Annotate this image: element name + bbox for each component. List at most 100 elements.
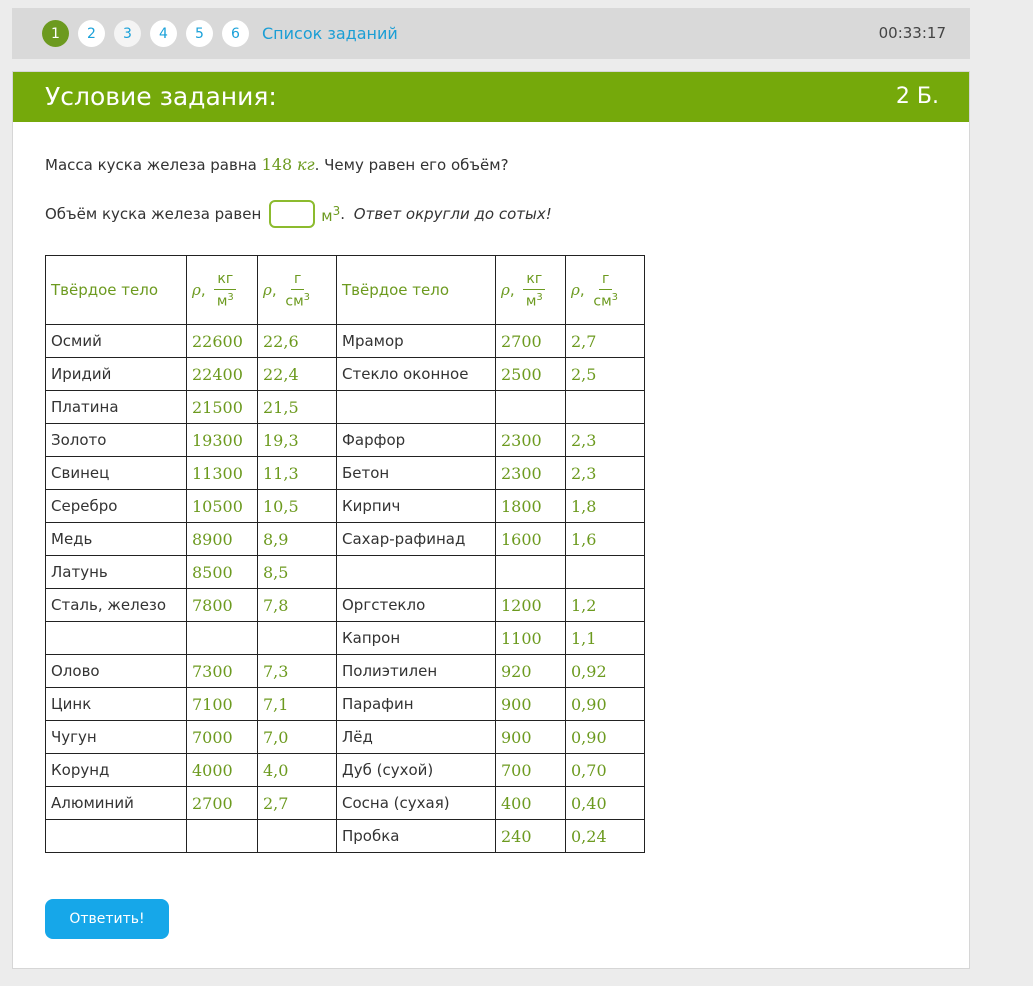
cell-solid-name: Сосна (сухая) xyxy=(336,786,496,820)
cell-solid-name: Алюминий xyxy=(45,786,187,820)
step-5-button[interactable]: 5 xyxy=(186,20,213,47)
answer-dot: . xyxy=(340,205,350,223)
task-points: 2 Б. xyxy=(895,84,939,109)
cell-density-gcm3: 10,5 xyxy=(257,489,337,523)
answer-input[interactable] xyxy=(269,200,316,228)
cell-density-gcm3: 8,9 xyxy=(257,522,337,556)
task-card: Условие задания: 2 Б. Масса куска железа… xyxy=(12,71,970,969)
cell-density-gcm3: 22,4 xyxy=(257,357,337,391)
unit-base: м xyxy=(525,293,537,310)
cell-density-gcm3: 2,7 xyxy=(565,324,645,358)
answer-line: Объём куска железа равен м3 . Ответ окру… xyxy=(45,200,552,228)
cell-density-gcm3: 7,1 xyxy=(257,687,337,721)
cell-density-kgm3: 22400 xyxy=(186,357,258,391)
cell-density-kgm3: 700 xyxy=(495,753,566,787)
cell-density-kgm3: 2500 xyxy=(495,357,566,391)
table-header-row: Твёрдое тело ρ, кг м3 ρ, г см3 Твёрдое тел… xyxy=(45,255,645,325)
unit-base: см xyxy=(593,293,612,310)
cell-density-kgm3: 7300 xyxy=(186,654,258,688)
header-kgm3-left: ρ, кг м3 xyxy=(186,255,258,325)
cell-density-kgm3: 2700 xyxy=(186,786,258,820)
cell-density-kgm3: 10500 xyxy=(186,489,258,523)
task-list-link[interactable]: Список заданий xyxy=(262,24,398,43)
answer-hint: Ответ округли до сотых! xyxy=(353,205,552,223)
fraction-numerator: кг xyxy=(214,271,237,290)
cell-density-kgm3: 2300 xyxy=(495,456,566,490)
cell-density-kgm3 xyxy=(495,390,566,424)
unit-power: 3 xyxy=(536,291,543,303)
cell-density-kgm3: 2300 xyxy=(495,423,566,457)
cell-density-kgm3: 900 xyxy=(495,687,566,721)
cell-solid-name: Осмий xyxy=(45,324,187,358)
cell-density-kgm3: 1600 xyxy=(495,522,566,556)
table-row: Капрон 1100 1,1 xyxy=(45,621,645,655)
timer: 00:33:17 xyxy=(878,24,946,42)
cell-solid-name: Дуб (сухой) xyxy=(336,753,496,787)
cell-density-gcm3: 21,5 xyxy=(257,390,337,424)
cell-density-kgm3: 21500 xyxy=(186,390,258,424)
cell-density-gcm3: 0,92 xyxy=(565,654,645,688)
step-2-button[interactable]: 2 xyxy=(78,20,105,47)
cell-solid-name: Мрамор xyxy=(336,324,496,358)
fraction-numerator: кг xyxy=(523,271,546,290)
cell-solid-name: Сахар-рафинад xyxy=(336,522,496,556)
cell-density-gcm3: 2,3 xyxy=(565,456,645,490)
table-row: Чугун 7000 7,0 Лёд 900 0,90 xyxy=(45,720,645,754)
step-3-button[interactable]: 3 xyxy=(114,20,141,47)
step-1-button[interactable]: 1 xyxy=(42,20,69,47)
cell-density-kgm3: 8900 xyxy=(186,522,258,556)
cell-solid-name xyxy=(336,390,496,424)
cell-density-kgm3 xyxy=(186,819,258,853)
table-row: Алюминий 2700 2,7 Сосна (сухая) 400 0,40 xyxy=(45,786,645,820)
cell-solid-name: Фарфор xyxy=(336,423,496,457)
answer-unit-power: 3 xyxy=(332,203,341,218)
card-header: Условие задания: 2 Б. xyxy=(13,72,969,122)
cell-solid-name: Медь xyxy=(45,522,187,556)
cell-solid-name: Серебро xyxy=(45,489,187,523)
cell-density-kgm3: 900 xyxy=(495,720,566,754)
unit-base: м xyxy=(216,293,228,310)
step-4-button[interactable]: 4 xyxy=(150,20,177,47)
cell-density-gcm3: 2,7 xyxy=(257,786,337,820)
cell-density-gcm3: 0,70 xyxy=(565,753,645,787)
cell-density-kgm3: 7100 xyxy=(186,687,258,721)
cell-solid-name: Оргстекло xyxy=(336,588,496,622)
cell-solid-name: Платина xyxy=(45,390,187,424)
question-text: Масса куска железа равна 148 кг. Чему ра… xyxy=(45,155,509,174)
cell-density-kgm3: 920 xyxy=(495,654,566,688)
table-row: Свинец 11300 11,3 Бетон 2300 2,3 xyxy=(45,456,645,490)
table-body: Осмий 22600 22,6 Мрамор 2700 2,7 Иридий 22400 22… xyxy=(45,324,645,853)
table-row: Платина 21500 21,5 xyxy=(45,390,645,424)
cell-density-gcm3 xyxy=(565,555,645,589)
table-row: Сталь, железо 7800 7,8 Оргстекло 1200 1,2 xyxy=(45,588,645,622)
cell-density-gcm3 xyxy=(257,621,337,655)
table-row: Олово 7300 7,3 Полиэтилен 920 0,92 xyxy=(45,654,645,688)
cell-density-kgm3: 7800 xyxy=(186,588,258,622)
cell-solid-name: Пробка xyxy=(336,819,496,853)
cell-density-kgm3: 2700 xyxy=(495,324,566,358)
header-gcm3-left: ρ, г см3 xyxy=(257,255,337,325)
cell-solid-name: Кирпич xyxy=(336,489,496,523)
fraction-denominator: см3 xyxy=(285,290,310,310)
cell-density-gcm3: 1,2 xyxy=(565,588,645,622)
submit-button[interactable]: Ответить! xyxy=(45,899,169,939)
rho-symbol: ρ xyxy=(263,280,272,299)
cell-solid-name xyxy=(336,555,496,589)
table-row: Осмий 22600 22,6 Мрамор 2700 2,7 xyxy=(45,324,645,358)
density-table: Твёрдое тело ρ, кг м3 ρ, г см3 Твёрдое тел… xyxy=(45,255,645,853)
unit-base: см xyxy=(285,293,304,310)
cell-density-gcm3: 0,40 xyxy=(565,786,645,820)
step-6-button[interactable]: 6 xyxy=(222,20,249,47)
question-part2: . Чему равен его объём? xyxy=(314,156,509,174)
cell-solid-name: Золото xyxy=(45,423,187,457)
header-solid-left: Твёрдое тело xyxy=(45,255,187,325)
top-bar: 1 2 3 4 5 6 Список заданий 00:33:17 xyxy=(12,8,970,59)
cell-density-gcm3: 19,3 xyxy=(257,423,337,457)
fraction-denominator: м3 xyxy=(217,290,234,310)
answer-unit: м3 xyxy=(321,204,340,225)
cell-density-gcm3: 1,8 xyxy=(565,489,645,523)
mass-unit: кг xyxy=(296,155,315,174)
cell-solid-name: Сталь, железо xyxy=(45,588,187,622)
cell-solid-name: Стекло оконное xyxy=(336,357,496,391)
header-gcm3-right: ρ, г см3 xyxy=(565,255,645,325)
